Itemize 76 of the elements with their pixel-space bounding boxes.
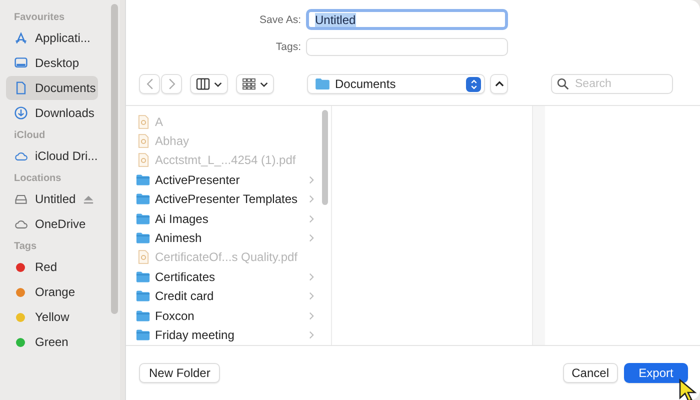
- sidebar-item[interactable]: Applicati...: [6, 26, 98, 50]
- apps-icon: [14, 31, 28, 45]
- export-button[interactable]: Export: [624, 363, 688, 383]
- download-icon: [14, 106, 28, 120]
- field-label: Save As:: [258, 14, 302, 26]
- file-row[interactable]: Credit card: [136, 286, 314, 306]
- file-row[interactable]: Foxcon: [136, 306, 314, 326]
- eject-icon[interactable]: [82, 194, 94, 204]
- sidebar-item[interactable]: OneDrive: [6, 212, 98, 236]
- chevron-icon: [309, 330, 314, 339]
- file-row[interactable]: Ai Images: [136, 208, 314, 228]
- sidebar-item[interactable]: Yellow: [6, 305, 98, 329]
- chevron-icon: [309, 292, 314, 300]
- cancel-button[interactable]: Cancel: [562, 363, 618, 383]
- save-as-field[interactable]: Untitled: [306, 9, 508, 30]
- folder-icon: [136, 290, 150, 302]
- sidebar-item[interactable]: Red: [6, 255, 98, 279]
- folder-icon: [136, 174, 150, 186]
- desktop-icon: [14, 56, 28, 70]
- grid-icon: [242, 78, 256, 90]
- drive-icon: [14, 192, 28, 206]
- sidebar-item[interactable]: Documents: [6, 76, 98, 100]
- back-button[interactable]: [139, 74, 160, 94]
- file-row[interactable]: ActivePresenter: [136, 170, 314, 190]
- section-heading: Favourites: [14, 12, 66, 23]
- chevron-icon: [309, 214, 314, 223]
- grid-view-button[interactable]: [236, 74, 274, 94]
- scrollbar[interactable]: [322, 110, 328, 205]
- chevron-icon: [309, 312, 314, 320]
- sidebar-item[interactable]: Orange: [6, 280, 98, 304]
- stepper-icon: [466, 76, 481, 92]
- field-label: Tags:: [274, 41, 302, 53]
- document-icon: [138, 134, 149, 148]
- chevron-right-icon: [168, 78, 176, 90]
- chevron-icon: [309, 195, 314, 204]
- file-row[interactable]: ActivePresenter Templates: [136, 190, 314, 209]
- column-view-button[interactable]: [190, 74, 228, 94]
- new-folder-button[interactable]: New Folder: [139, 363, 220, 383]
- pointer-icon: [678, 378, 698, 400]
- columns-icon: [196, 78, 210, 90]
- search-icon: [557, 78, 569, 90]
- sidebar-item[interactable]: Green: [6, 330, 98, 354]
- folder-icon: [136, 193, 150, 206]
- sidebar-item[interactable]: Untitled: [6, 187, 98, 211]
- chevron-icon: [309, 176, 314, 184]
- location-popup[interactable]: Documents: [307, 74, 485, 94]
- document-icon: [138, 153, 149, 168]
- file-row[interactable]: Animesh: [136, 228, 314, 248]
- tags-field[interactable]: [306, 38, 508, 56]
- section-heading: Locations: [14, 173, 62, 184]
- folder-icon: [136, 310, 150, 322]
- sidebar-item[interactable]: Downloads: [6, 101, 98, 125]
- chevron-up-icon: [494, 81, 504, 87]
- file-row[interactable]: Certificates: [136, 267, 314, 287]
- document-icon: [14, 81, 28, 95]
- folder-icon: [136, 328, 150, 341]
- document-icon: [138, 250, 149, 264]
- folder-icon: [315, 78, 330, 90]
- section-heading: iCloud: [14, 130, 46, 141]
- file-row[interactable]: Friday meeting: [136, 325, 314, 345]
- folder-icon: [136, 232, 150, 244]
- document-icon: [138, 114, 149, 129]
- parent-folder-button[interactable]: [490, 74, 508, 94]
- search-field[interactable]: Search: [551, 74, 673, 94]
- chevron-icon: [309, 234, 314, 242]
- section-heading: Tags: [14, 241, 38, 252]
- chevron-icon: [309, 272, 314, 281]
- sidebar-item[interactable]: Desktop: [6, 51, 98, 75]
- forward-button[interactable]: [161, 74, 182, 94]
- folder-icon: [136, 212, 150, 225]
- sidebar-item[interactable]: iCloud Dri...: [6, 144, 98, 168]
- chevron-left-icon: [146, 78, 154, 90]
- caret-icon: [214, 82, 222, 86]
- scrollbar[interactable]: [111, 4, 118, 314]
- folder-icon: [136, 270, 150, 283]
- caret-icon: [260, 82, 268, 86]
